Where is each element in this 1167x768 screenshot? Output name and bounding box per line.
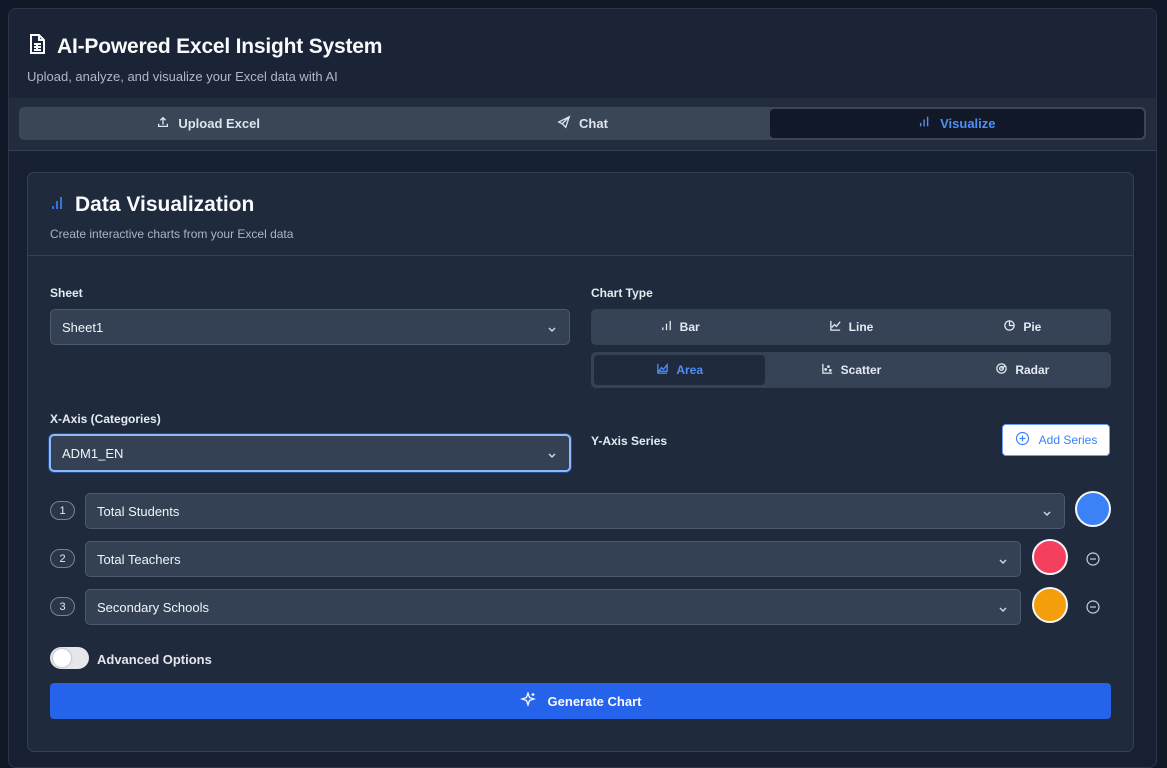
x-axis-label: X-Axis (Categories) [50,412,161,426]
chart-type-area-label: Area [676,363,703,377]
series-2-color-swatch[interactable] [1032,539,1068,575]
bar-chart-icon [918,115,932,132]
sheet-value: Sheet1 [62,319,104,335]
series-number: 2 [50,549,75,568]
toggle-knob [53,649,71,667]
spreadsheet-icon [27,33,47,60]
advanced-options-label: Advanced Options [97,652,212,667]
bar-chart-icon [660,319,673,335]
remove-series-3-icon[interactable] [1085,599,1101,615]
y-axis-label: Y-Axis Series [591,434,668,448]
sheet-label: Sheet [50,286,83,300]
chevron-down-icon [547,448,557,459]
radar-chart-icon [995,362,1008,378]
generate-chart-button[interactable]: Generate Chart [50,683,1111,719]
tab-upload-excel-label: Upload Excel [178,116,260,131]
tab-visualize[interactable]: Visualize [769,109,1144,138]
series-2-select[interactable]: Total Teachers [85,541,1021,577]
chart-type-scatter-label: Scatter [840,363,882,377]
line-chart-icon [829,319,842,335]
sheet-select[interactable]: Sheet1 [50,309,570,345]
visualization-title: Data Visualization [75,193,255,216]
generate-chart-label: Generate Chart [547,693,642,709]
visualization-card: Data Visualization Create interactive ch… [27,172,1134,752]
scatter-chart-icon [821,362,834,378]
tab-upload-excel[interactable]: Upload Excel [21,109,395,138]
series-number: 1 [50,501,75,520]
app-subtitle: Upload, analyze, and visualize your Exce… [27,69,338,84]
chevron-down-icon [547,322,557,333]
send-icon [557,115,571,132]
upload-icon [156,115,170,132]
series-2-value: Total Teachers [97,551,181,567]
chart-type-group-bottom: Area Scatter Radar [591,352,1111,388]
chevron-down-icon [998,602,1008,613]
series-3-select[interactable]: Secondary Schools [85,589,1021,625]
series-1-color-swatch[interactable] [1075,491,1111,527]
tab-visualize-label: Visualize [940,116,996,131]
chart-type-bar-label: Bar [679,320,700,334]
advanced-options-toggle[interactable] [50,647,89,669]
excel-insight-app: AI-Powered Excel Insight System Upload, … [8,8,1157,768]
chart-type-group-top: Bar Line Pie [591,309,1111,345]
chart-type-area[interactable]: Area [594,355,766,385]
chevron-down-icon [998,554,1008,565]
x-axis-value: ADM1_EN [62,445,124,461]
remove-series-2-icon[interactable] [1085,551,1101,567]
x-axis-select[interactable]: ADM1_EN [49,434,571,472]
sparkles-icon [519,690,536,711]
series-3-value: Secondary Schools [97,599,210,615]
series-1-select[interactable]: Total Students [85,493,1065,529]
series-3-color-swatch[interactable] [1032,587,1068,623]
chart-type-pie-label: Pie [1023,320,1042,334]
chevron-down-icon [1042,506,1052,517]
chart-type-line[interactable]: Line [765,312,936,342]
chart-type-scatter[interactable]: Scatter [765,355,936,385]
series-1-value: Total Students [97,503,180,519]
chart-type-radar[interactable]: Radar [937,355,1108,385]
bar-chart-icon [50,195,66,216]
area-chart-icon [656,362,669,378]
visualization-header: Data Visualization Create interactive ch… [28,173,1133,256]
app-header: AI-Powered Excel Insight System Upload, … [9,9,1156,98]
chart-type-pie[interactable]: Pie [937,312,1108,342]
add-series-button[interactable]: Add Series [1002,424,1110,456]
tab-chat-label: Chat [579,116,608,131]
visualization-subtitle: Create interactive charts from your Exce… [50,227,294,241]
chart-type-radar-label: Radar [1015,363,1050,377]
chart-type-label: Chart Type [591,286,653,300]
add-series-label: Add Series [1038,433,1098,447]
main-tabs: Upload Excel Chat Visualize [9,98,1156,151]
chart-type-line-label: Line [848,320,874,334]
chart-type-bar[interactable]: Bar [594,312,765,342]
series-number: 3 [50,597,75,616]
tab-chat[interactable]: Chat [395,109,769,138]
plus-circle-icon [1015,431,1030,449]
pie-chart-icon [1003,319,1016,335]
app-title: AI-Powered Excel Insight System [57,34,383,58]
